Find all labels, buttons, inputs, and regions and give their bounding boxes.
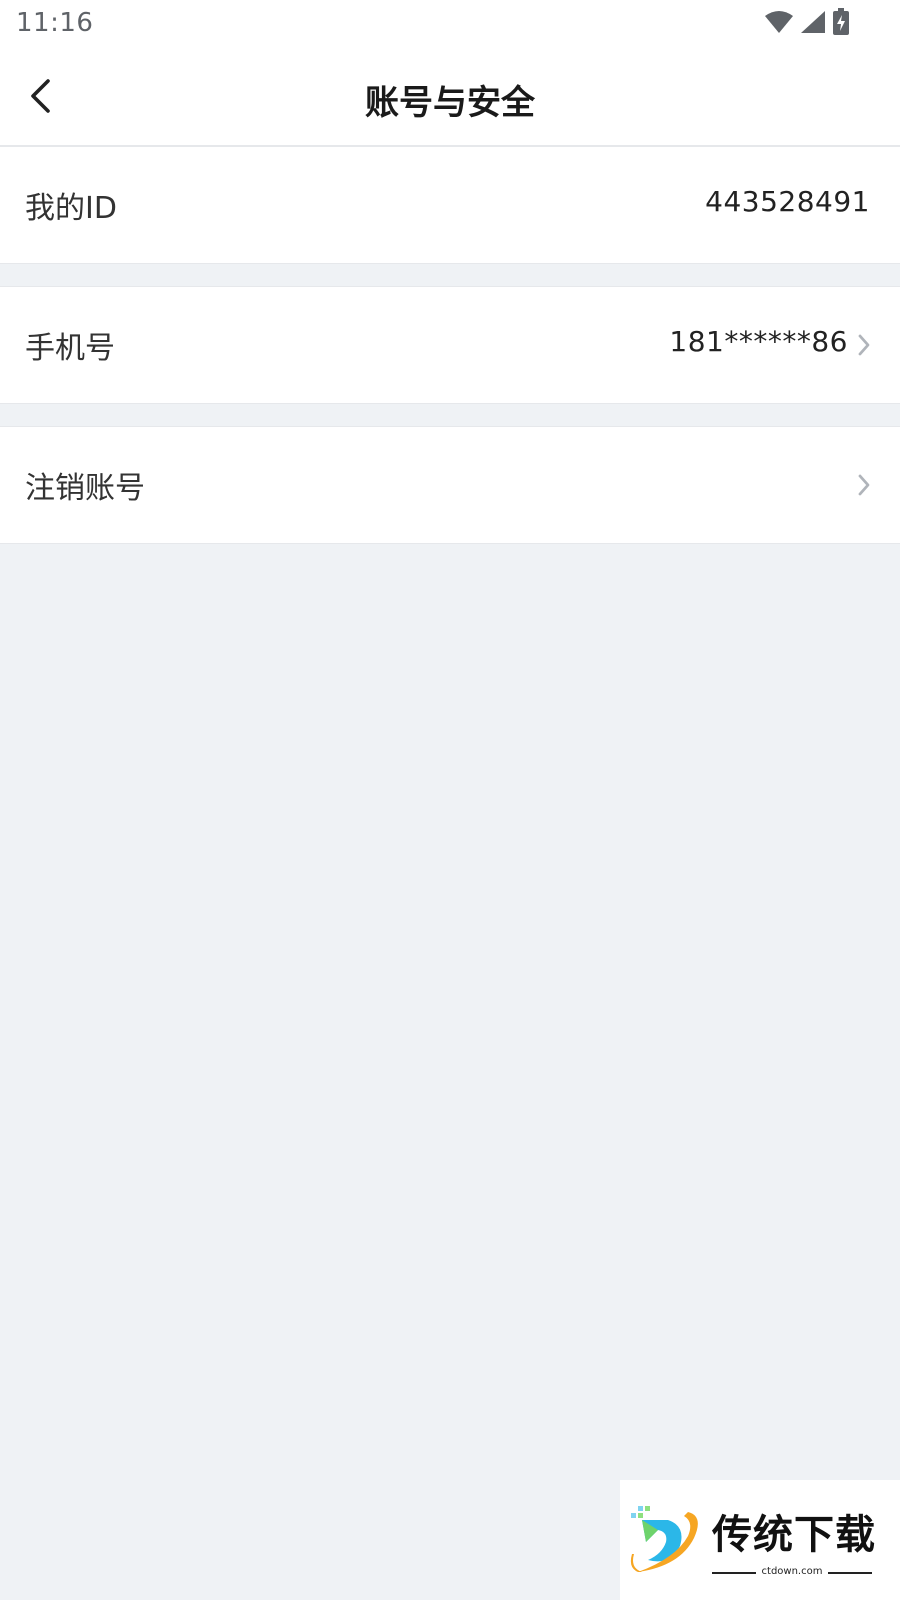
status-time: 11:16 xyxy=(16,8,94,38)
chevron-right-icon xyxy=(856,332,872,358)
page-title: 账号与安全 xyxy=(365,83,535,123)
row-label-phone: 手机号 xyxy=(25,331,115,366)
watermark-rule-right xyxy=(828,1572,872,1574)
row-my-id: 我的ID 443528491 xyxy=(0,146,900,264)
row-value-my-id: 443528491 xyxy=(705,185,870,218)
wifi-icon xyxy=(764,10,794,38)
row-label-deactivate: 注销账号 xyxy=(25,471,145,506)
watermark-logo-icon xyxy=(628,1502,704,1582)
battery-charging-icon xyxy=(832,8,850,40)
watermark-text: 传统下载 xyxy=(712,1512,876,1558)
nav-bar: 账号与安全 xyxy=(0,50,900,146)
cell-signal-icon xyxy=(800,10,826,38)
row-deactivate-account[interactable]: 注销账号 xyxy=(0,426,900,544)
row-value-phone: 181******86 xyxy=(669,325,848,358)
row-label-my-id: 我的ID xyxy=(25,191,117,226)
status-icons xyxy=(764,8,850,40)
status-bar: 11:16 xyxy=(0,0,900,50)
row-phone-number[interactable]: 手机号 181******86 xyxy=(0,286,900,404)
chevron-right-icon xyxy=(856,472,872,498)
watermark: 传统下载 ctdown.com xyxy=(620,1480,900,1600)
